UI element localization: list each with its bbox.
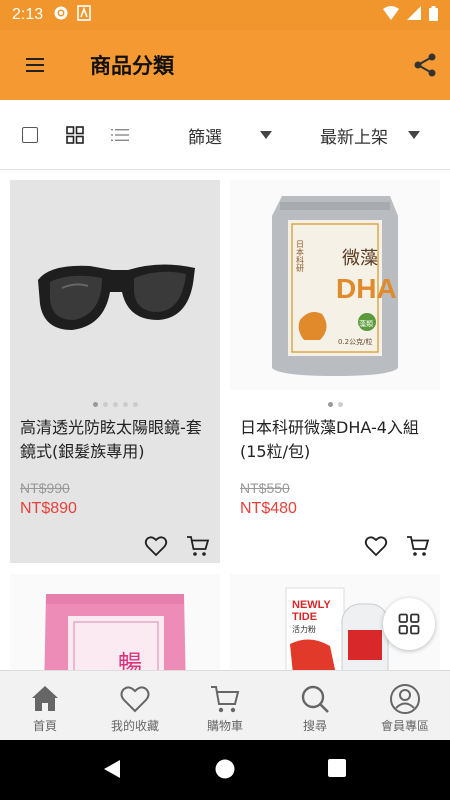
product-grid: 高清透光防眩太陽眼鏡-套鏡式(銀髮族專用) NT$990 NT$890 日本科研 bbox=[0, 171, 450, 671]
favorite-button[interactable] bbox=[364, 534, 388, 558]
cart-icon bbox=[407, 536, 430, 556]
recents-square-icon bbox=[328, 759, 346, 777]
home-icon bbox=[32, 686, 58, 711]
system-nav-bar bbox=[0, 740, 450, 800]
nav-favorites-label: 我的收藏 bbox=[110, 719, 159, 733]
page-title: 商品分類 bbox=[90, 54, 174, 78]
search-icon bbox=[301, 685, 329, 713]
original-price: NT$550 bbox=[240, 480, 290, 496]
back-button[interactable] bbox=[102, 758, 122, 784]
app-bar: 商品分類 bbox=[0, 30, 450, 100]
status-time: 2:13 bbox=[12, 6, 44, 23]
bottom-nav: 首頁 我的收藏 購物車 搜尋 會員專區 bbox=[0, 670, 450, 740]
home-circle-icon bbox=[215, 759, 235, 779]
carousel-dot bbox=[92, 402, 98, 407]
view-toggle-fab[interactable] bbox=[383, 598, 435, 650]
filter-dropdown[interactable]: 篩選 bbox=[175, 100, 285, 170]
nav-cart[interactable]: 購物車 bbox=[180, 671, 270, 740]
status-bar: 2:13 bbox=[0, 0, 450, 30]
sale-price: NT$890 bbox=[20, 500, 77, 517]
bottle-brand-2: TIDE bbox=[292, 611, 317, 623]
carousel-dot bbox=[327, 402, 333, 407]
toolbar: 篩選 最新上架 bbox=[0, 100, 450, 170]
select-all-checkbox[interactable] bbox=[10, 100, 50, 170]
filter-label: 篩選 bbox=[188, 127, 222, 148]
product-image-sunglasses bbox=[10, 180, 220, 390]
heart-icon bbox=[120, 686, 150, 713]
product-card[interactable]: 日本科研 微藻 DHA 藻類 0.2公克/粒 日本科研微藻DHA-4入組(15粒… bbox=[230, 180, 440, 563]
wifi-icon bbox=[383, 6, 399, 24]
original-price: NT$990 bbox=[20, 480, 70, 496]
pink-pack-text: 暢 bbox=[118, 650, 142, 671]
nav-home[interactable]: 首頁 bbox=[0, 671, 90, 740]
cart-icon bbox=[187, 536, 210, 556]
signal-icon bbox=[407, 6, 421, 24]
grid-view-button[interactable] bbox=[55, 100, 95, 170]
filter-caret-icon bbox=[260, 131, 272, 139]
hamburger-icon bbox=[26, 58, 44, 72]
product-name[interactable]: 高清透光防眩太陽眼鏡-套鏡式(銀髮族專用) bbox=[20, 416, 215, 464]
add-to-cart-button[interactable] bbox=[406, 534, 430, 558]
list-icon bbox=[111, 129, 129, 141]
dha-bottom: 0.2公克/粒 bbox=[338, 337, 373, 346]
add-to-cart-button[interactable] bbox=[186, 534, 210, 558]
user-icon bbox=[390, 684, 420, 714]
product-image-pink-pack: 暢 bbox=[10, 574, 220, 671]
back-triangle-icon bbox=[104, 760, 120, 778]
grid-icon bbox=[398, 613, 420, 635]
menu-button[interactable] bbox=[0, 30, 70, 100]
dha-badge: 藻類 bbox=[359, 319, 373, 328]
nav-member[interactable]: 會員專區 bbox=[360, 671, 450, 740]
carousel-dot bbox=[112, 402, 118, 407]
settings-status-icon bbox=[53, 5, 69, 25]
app-status-icon bbox=[77, 5, 91, 25]
sort-caret-icon bbox=[408, 131, 420, 139]
nav-search-label: 搜尋 bbox=[302, 719, 327, 733]
carousel-dot bbox=[132, 402, 138, 407]
screen: 2:13 商品分類 篩選 最新上架 高清透光防眩太陽眼鏡-套鏡式(銀髮族專用) … bbox=[0, 0, 450, 800]
nav-cart-label: 購物車 bbox=[206, 719, 243, 733]
image-carousel-dots bbox=[10, 402, 220, 407]
share-button[interactable] bbox=[412, 52, 438, 78]
bottle-tag: 活力粉 bbox=[292, 624, 316, 634]
product-image-dha: 日本科研 微藻 DHA 藻類 0.2公克/粒 bbox=[230, 180, 440, 390]
product-name[interactable]: 日本科研微藻DHA-4入組(15粒/包) bbox=[240, 416, 435, 464]
sale-price: NT$480 bbox=[240, 500, 297, 517]
status-right bbox=[383, 5, 438, 25]
nav-favorites[interactable]: 我的收藏 bbox=[90, 671, 180, 740]
heart-icon bbox=[364, 536, 388, 557]
dha-brand: DHA bbox=[336, 273, 397, 304]
favorite-button[interactable] bbox=[144, 534, 168, 558]
list-view-button[interactable] bbox=[100, 100, 140, 170]
product-card[interactable]: 暢 bbox=[10, 574, 220, 671]
nav-home-label: 首頁 bbox=[32, 719, 57, 733]
sort-label: 最新上架 bbox=[320, 127, 388, 148]
heart-icon bbox=[144, 536, 168, 557]
nav-member-label: 會員專區 bbox=[380, 719, 429, 733]
grid-icon bbox=[66, 126, 84, 144]
dha-title: 微藻 bbox=[342, 248, 378, 269]
share-icon bbox=[414, 53, 436, 77]
dha-left-text: 日本科研 bbox=[296, 240, 305, 273]
home-system-button[interactable] bbox=[214, 758, 236, 784]
nav-search[interactable]: 搜尋 bbox=[270, 671, 360, 740]
carousel-dot bbox=[102, 402, 108, 407]
product-card[interactable]: 高清透光防眩太陽眼鏡-套鏡式(銀髮族專用) NT$990 NT$890 bbox=[10, 180, 220, 563]
bottle-brand-1: NEWLY bbox=[292, 599, 331, 611]
image-carousel-dots bbox=[230, 402, 440, 407]
recents-button[interactable] bbox=[327, 758, 347, 782]
checkbox-box bbox=[22, 127, 38, 143]
carousel-dot bbox=[337, 402, 343, 407]
carousel-dot bbox=[122, 402, 128, 407]
cart-icon bbox=[211, 686, 240, 713]
battery-icon bbox=[429, 5, 438, 25]
sort-dropdown[interactable]: 最新上架 bbox=[310, 100, 430, 170]
